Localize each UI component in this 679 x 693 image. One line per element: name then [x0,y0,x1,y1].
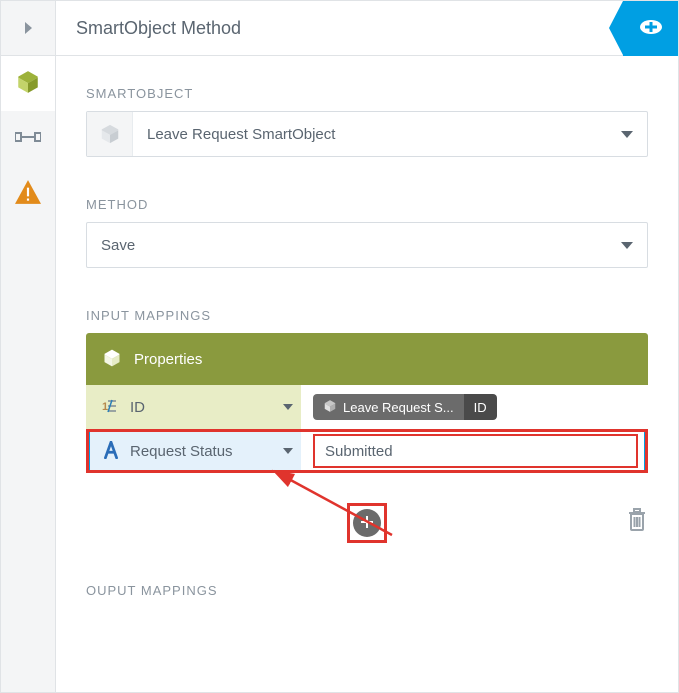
chevron-down-icon [621,131,633,138]
mapping-value-id[interactable]: Leave Request S... ID [301,385,648,429]
add-mapping-button[interactable] [347,503,387,543]
section-input-mappings: INPUT MAPPINGS Properties 1 [86,308,648,543]
warning-icon [15,180,41,207]
panel-header-title: Properties [134,351,202,368]
delete-mapping-button[interactable] [626,507,648,534]
mapping-value-status-input[interactable]: Submitted [313,434,638,468]
trash-icon [626,518,648,534]
plus-burst-icon [638,17,664,40]
svg-text:1: 1 [102,401,108,413]
mapping-value-status[interactable]: Submitted [301,429,648,473]
mapping-property-id[interactable]: 1 ID [86,385,301,429]
section-output-mappings: OUPUT MAPPINGS [86,583,648,598]
map-fields-icon [15,127,41,150]
mapping-footer [86,503,648,543]
input-mappings-panel: Properties 1 ID [86,333,648,543]
add-action-button[interactable] [623,1,678,56]
cube-chip-icon [323,399,337,416]
section-label-method: METHOD [86,197,648,212]
cube-white-icon [102,348,122,371]
panel-header-properties: Properties [86,333,648,385]
chevron-down-icon[interactable] [283,448,293,454]
chevron-down-icon[interactable] [283,404,293,410]
mapping-row-status[interactable]: Request Status Submitted [86,429,648,473]
page-title: SmartObject Method [76,18,241,39]
cube-icon [15,69,41,98]
collapse-toggle[interactable] [1,1,55,56]
method-chevron[interactable] [607,223,647,267]
section-label-smartobject: SMARTOBJECT [86,86,648,101]
smartobject-value: Leave Request SmartObject [133,112,607,156]
mapping-value-status-text: Submitted [325,443,393,460]
section-method: METHOD Save [86,197,648,268]
method-select[interactable]: Save [86,222,648,268]
text-field-icon [102,441,120,462]
mapping-row-id[interactable]: 1 ID Leave Request S. [86,385,648,429]
mapping-property-id-label: ID [130,399,273,416]
rail-item-warnings[interactable] [1,166,55,221]
sidebar-rail [1,1,56,692]
mapping-property-status[interactable]: Request Status [86,429,301,473]
rail-item-mapping[interactable] [1,111,55,166]
reference-chip[interactable]: Leave Request S... ID [313,394,497,420]
plus-icon [359,514,375,533]
section-smartobject: SMARTOBJECT Leave Request SmartObject [86,86,648,157]
reference-chip-tail: ID [464,394,497,420]
smartobject-select[interactable]: Leave Request SmartObject [86,111,648,157]
rail-item-smartobject[interactable] [1,56,55,111]
reference-chip-main: Leave Request S... [343,400,454,415]
method-value: Save [87,223,607,267]
chevron-right-icon [25,22,32,34]
cube-outline-icon [87,112,133,156]
id-field-icon: 1 [102,397,120,418]
titlebar: SmartObject Method [56,1,678,56]
section-label-input-mappings: INPUT MAPPINGS [86,308,648,323]
mapping-property-status-label: Request Status [130,443,273,460]
section-label-output-mappings: OUPUT MAPPINGS [86,583,648,598]
smartobject-chevron[interactable] [607,112,647,156]
chevron-down-icon [621,242,633,249]
